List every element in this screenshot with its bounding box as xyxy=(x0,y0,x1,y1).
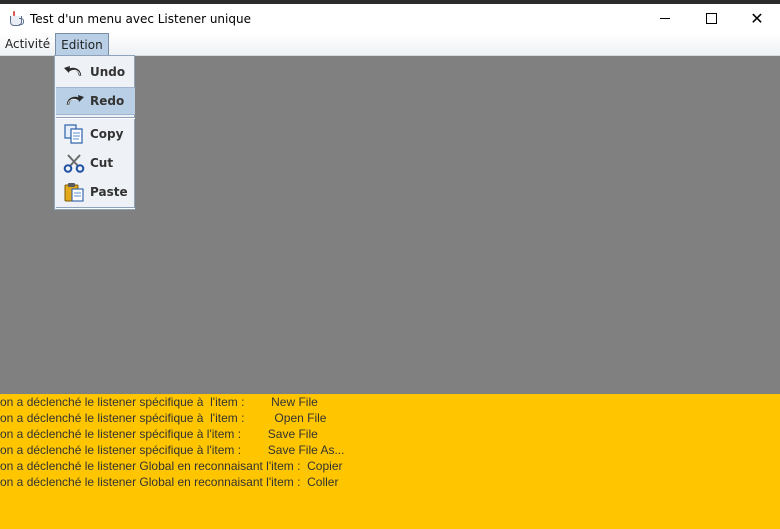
edition-popup-menu: Undo Redo Copy Cut Paste xyxy=(54,55,135,210)
redo-icon xyxy=(63,91,85,111)
menu-item-paste[interactable]: Paste xyxy=(56,178,135,206)
undo-icon xyxy=(63,62,85,82)
menu-item-copy-label: Copy xyxy=(90,127,124,141)
log-line: on a déclenché le listener spécifique à … xyxy=(0,395,318,409)
menu-item-cut-label: Cut xyxy=(90,156,114,170)
menu-separator xyxy=(56,117,135,119)
menu-item-paste-label: Paste xyxy=(90,185,128,199)
maximize-icon xyxy=(705,13,717,24)
cut-icon xyxy=(63,153,85,173)
log-line: on a déclenché le listener Global en rec… xyxy=(0,459,343,473)
menu-item-redo[interactable]: Redo xyxy=(56,87,135,115)
java-cup-icon xyxy=(8,10,24,27)
close-button[interactable]: ✕ xyxy=(734,4,780,33)
maximize-button[interactable] xyxy=(688,4,734,33)
menu-bar: Activité Edition xyxy=(0,33,780,56)
close-icon: ✕ xyxy=(750,8,764,28)
log-line: on a déclenché le listener Global en rec… xyxy=(0,475,339,489)
menu-item-cut[interactable]: Cut xyxy=(56,149,135,177)
log-line: on a déclenché le listener spécifique à … xyxy=(0,427,318,441)
paste-icon xyxy=(63,182,85,202)
copy-icon xyxy=(63,124,85,144)
menu-item-undo-label: Undo xyxy=(90,65,126,79)
log-line: on a déclenché le listener spécifique à … xyxy=(0,443,345,457)
window-controls: ✕ xyxy=(642,4,780,33)
menu-edition-label: Edition xyxy=(61,37,103,52)
menu-activite[interactable]: Activité xyxy=(0,33,55,55)
title-bar[interactable]: Test d'un menu avec Listener unique ✕ xyxy=(0,4,780,33)
minimize-button[interactable] xyxy=(642,4,688,33)
window-title: Test d'un menu avec Listener unique xyxy=(30,11,251,26)
menu-item-undo[interactable]: Undo xyxy=(56,58,135,86)
log-panel: on a déclenché le listener spécifique à … xyxy=(0,394,780,529)
menu-activite-label: Activité xyxy=(5,37,51,51)
menu-item-copy[interactable]: Copy xyxy=(56,120,135,148)
log-line: on a déclenché le listener spécifique à … xyxy=(0,411,327,425)
minimize-icon xyxy=(660,18,670,19)
menu-bottom-border xyxy=(56,207,135,209)
menu-item-redo-label: Redo xyxy=(90,94,125,108)
menu-edition[interactable]: Edition xyxy=(55,33,109,55)
